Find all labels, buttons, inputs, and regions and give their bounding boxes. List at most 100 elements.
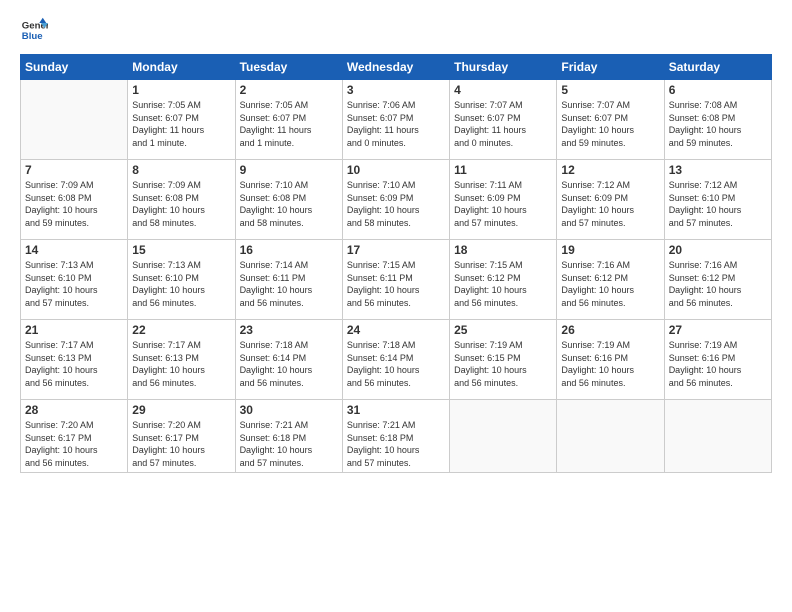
day-cell: 7 Sunrise: 7:09 AM Sunset: 6:08 PM Daylig… (21, 160, 128, 240)
day-info: Sunrise: 7:20 AM Sunset: 6:17 PM Dayligh… (25, 419, 123, 469)
day-cell: 3 Sunrise: 7:06 AM Sunset: 6:07 PM Daylig… (342, 80, 449, 160)
day-cell: 21 Sunrise: 7:17 AM Sunset: 6:13 PM Dayli… (21, 320, 128, 400)
day-cell: 17 Sunrise: 7:15 AM Sunset: 6:11 PM Dayli… (342, 240, 449, 320)
day-number: 24 (347, 323, 445, 337)
page: General Blue SundayMondayTuesdayWednesda… (0, 0, 792, 612)
day-cell: 30Sunrise: 7:21 AM Sunset: 6:18 PM Dayli… (235, 400, 342, 473)
day-cell: 14Sunrise: 7:13 AM Sunset: 6:10 PM Dayli… (21, 240, 128, 320)
day-number: 12 (561, 163, 659, 177)
day-info: Sunrise: 7:17 AM Sunset: 6:13 PM Dayligh… (132, 339, 230, 389)
day-info: Sunrise: 7:07 AM Sunset: 6:07 PM Dayligh… (454, 99, 552, 149)
day-number: 3 (347, 83, 445, 97)
logo-icon: General Blue (20, 16, 48, 44)
day-cell: 9Sunrise: 7:10 AM Sunset: 6:08 PM Daylig… (235, 160, 342, 240)
day-cell: 31 Sunrise: 7:21 AM Sunset: 6:18 PM Dayli… (342, 400, 449, 473)
day-cell: 24 Sunrise: 7:18 AM Sunset: 6:14 PM Dayli… (342, 320, 449, 400)
svg-text:Blue: Blue (22, 31, 43, 42)
day-info: Sunrise: 7:18 AM Sunset: 6:14 PM Dayligh… (347, 339, 445, 389)
day-number: 10 (347, 163, 445, 177)
col-header-monday: Monday (128, 55, 235, 80)
day-number: 27 (669, 323, 767, 337)
day-cell: 23 Sunrise: 7:18 AM Sunset: 6:14 PM Dayli… (235, 320, 342, 400)
day-cell: 6 Sunrise: 7:08 AM Sunset: 6:08 PM Daylig… (664, 80, 771, 160)
week-row-1: 1 Sunrise: 7:05 AM Sunset: 6:07 PM Daylig… (21, 80, 772, 160)
day-cell: 29 Sunrise: 7:20 AM Sunset: 6:17 PM Dayli… (128, 400, 235, 473)
day-number: 30 (240, 403, 338, 417)
day-cell: 22 Sunrise: 7:17 AM Sunset: 6:13 PM Dayli… (128, 320, 235, 400)
day-info: Sunrise: 7:12 AM Sunset: 6:10 PM Dayligh… (669, 179, 767, 229)
day-number: 26 (561, 323, 659, 337)
day-number: 17 (347, 243, 445, 257)
day-info: Sunrise: 7:08 AM Sunset: 6:08 PM Dayligh… (669, 99, 767, 149)
day-number: 29 (132, 403, 230, 417)
day-number: 22 (132, 323, 230, 337)
day-info: Sunrise: 7:09 AM Sunset: 6:08 PM Dayligh… (132, 179, 230, 229)
day-cell: 12Sunrise: 7:12 AM Sunset: 6:09 PM Dayli… (557, 160, 664, 240)
day-number: 4 (454, 83, 552, 97)
day-number: 28 (25, 403, 123, 417)
day-number: 18 (454, 243, 552, 257)
day-number: 23 (240, 323, 338, 337)
day-cell: 26 Sunrise: 7:19 AM Sunset: 6:16 PM Dayli… (557, 320, 664, 400)
day-info: Sunrise: 7:10 AM Sunset: 6:09 PM Dayligh… (347, 179, 445, 229)
col-header-saturday: Saturday (664, 55, 771, 80)
day-cell: 27 Sunrise: 7:19 AM Sunset: 6:16 PM Dayli… (664, 320, 771, 400)
logo: General Blue (20, 16, 52, 44)
day-info: Sunrise: 7:20 AM Sunset: 6:17 PM Dayligh… (132, 419, 230, 469)
day-info: Sunrise: 7:06 AM Sunset: 6:07 PM Dayligh… (347, 99, 445, 149)
day-info: Sunrise: 7:19 AM Sunset: 6:16 PM Dayligh… (561, 339, 659, 389)
day-info: Sunrise: 7:21 AM Sunset: 6:18 PM Dayligh… (347, 419, 445, 469)
col-header-thursday: Thursday (450, 55, 557, 80)
day-number: 13 (669, 163, 767, 177)
day-number: 21 (25, 323, 123, 337)
day-info: Sunrise: 7:09 AM Sunset: 6:08 PM Dayligh… (25, 179, 123, 229)
day-info: Sunrise: 7:15 AM Sunset: 6:12 PM Dayligh… (454, 259, 552, 309)
day-cell (557, 400, 664, 473)
day-info: Sunrise: 7:07 AM Sunset: 6:07 PM Dayligh… (561, 99, 659, 149)
day-cell: 4 Sunrise: 7:07 AM Sunset: 6:07 PM Daylig… (450, 80, 557, 160)
day-number: 6 (669, 83, 767, 97)
day-info: Sunrise: 7:17 AM Sunset: 6:13 PM Dayligh… (25, 339, 123, 389)
week-row-3: 14Sunrise: 7:13 AM Sunset: 6:10 PM Dayli… (21, 240, 772, 320)
day-info: Sunrise: 7:16 AM Sunset: 6:12 PM Dayligh… (669, 259, 767, 309)
day-info: Sunrise: 7:05 AM Sunset: 6:07 PM Dayligh… (132, 99, 230, 149)
day-number: 9 (240, 163, 338, 177)
day-number: 1 (132, 83, 230, 97)
day-cell: 5 Sunrise: 7:07 AM Sunset: 6:07 PM Daylig… (557, 80, 664, 160)
day-cell (450, 400, 557, 473)
week-row-4: 21 Sunrise: 7:17 AM Sunset: 6:13 PM Dayli… (21, 320, 772, 400)
day-info: Sunrise: 7:11 AM Sunset: 6:09 PM Dayligh… (454, 179, 552, 229)
day-number: 31 (347, 403, 445, 417)
week-row-2: 7 Sunrise: 7:09 AM Sunset: 6:08 PM Daylig… (21, 160, 772, 240)
day-info: Sunrise: 7:16 AM Sunset: 6:12 PM Dayligh… (561, 259, 659, 309)
day-number: 7 (25, 163, 123, 177)
day-cell: 18 Sunrise: 7:15 AM Sunset: 6:12 PM Dayli… (450, 240, 557, 320)
day-number: 11 (454, 163, 552, 177)
day-number: 2 (240, 83, 338, 97)
day-cell: 25Sunrise: 7:19 AM Sunset: 6:15 PM Dayli… (450, 320, 557, 400)
day-info: Sunrise: 7:15 AM Sunset: 6:11 PM Dayligh… (347, 259, 445, 309)
day-cell: 28 Sunrise: 7:20 AM Sunset: 6:17 PM Dayli… (21, 400, 128, 473)
day-info: Sunrise: 7:19 AM Sunset: 6:15 PM Dayligh… (454, 339, 552, 389)
day-cell: 11 Sunrise: 7:11 AM Sunset: 6:09 PM Dayli… (450, 160, 557, 240)
day-cell: 16Sunrise: 7:14 AM Sunset: 6:11 PM Dayli… (235, 240, 342, 320)
day-cell: 20 Sunrise: 7:16 AM Sunset: 6:12 PM Dayli… (664, 240, 771, 320)
day-cell: 13 Sunrise: 7:12 AM Sunset: 6:10 PM Dayli… (664, 160, 771, 240)
day-cell: 19 Sunrise: 7:16 AM Sunset: 6:12 PM Dayli… (557, 240, 664, 320)
col-header-tuesday: Tuesday (235, 55, 342, 80)
day-info: Sunrise: 7:18 AM Sunset: 6:14 PM Dayligh… (240, 339, 338, 389)
day-number: 5 (561, 83, 659, 97)
header-row: SundayMondayTuesdayWednesdayThursdayFrid… (21, 55, 772, 80)
header: General Blue (20, 16, 772, 44)
day-number: 19 (561, 243, 659, 257)
day-cell: 2Sunrise: 7:05 AM Sunset: 6:07 PM Daylig… (235, 80, 342, 160)
calendar-table: SundayMondayTuesdayWednesdayThursdayFrid… (20, 54, 772, 473)
day-info: Sunrise: 7:13 AM Sunset: 6:10 PM Dayligh… (132, 259, 230, 309)
day-info: Sunrise: 7:19 AM Sunset: 6:16 PM Dayligh… (669, 339, 767, 389)
day-cell (664, 400, 771, 473)
day-cell: 10 Sunrise: 7:10 AM Sunset: 6:09 PM Dayli… (342, 160, 449, 240)
day-number: 8 (132, 163, 230, 177)
day-number: 20 (669, 243, 767, 257)
col-header-friday: Friday (557, 55, 664, 80)
day-cell: 1 Sunrise: 7:05 AM Sunset: 6:07 PM Daylig… (128, 80, 235, 160)
